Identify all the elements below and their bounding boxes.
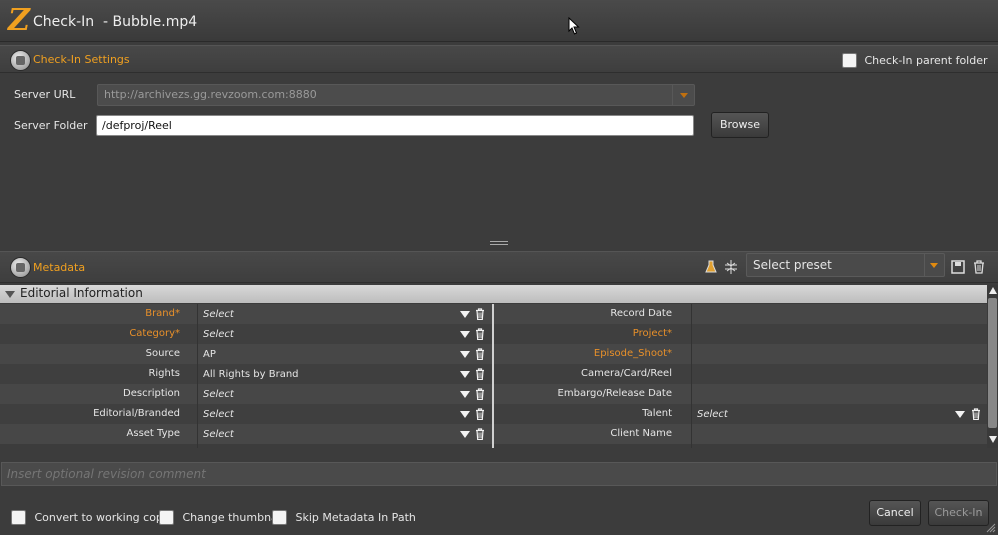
title-bar: Z Check-In - Bubble.mp4 (0, 0, 998, 42)
trash-icon[interactable] (475, 428, 485, 441)
field-label: Record Date (610, 308, 672, 319)
browse-button[interactable]: Browse (711, 112, 769, 138)
dropdown-arrow-icon[interactable] (460, 431, 470, 438)
column-divider (691, 304, 692, 448)
dropdown-arrow-icon[interactable] (460, 331, 470, 338)
parent-folder-label: Check-In parent folder (864, 54, 988, 67)
editorial-information-group[interactable]: Editorial Information (0, 285, 987, 303)
trash-icon[interactable] (475, 408, 485, 421)
field-label: Description (123, 388, 180, 399)
field-label: Category* (129, 328, 180, 339)
trash-icon[interactable] (475, 368, 485, 381)
field-label: Episode_Shoot* (593, 348, 672, 359)
field-label: Brand* (145, 308, 180, 319)
splitter-handle[interactable] (490, 241, 508, 247)
field-label: Editorial/Branded (93, 408, 180, 419)
convert-working-copy-label: Convert to working copy (34, 511, 170, 524)
preset-select[interactable]: Select preset (746, 253, 945, 277)
scroll-up-icon[interactable] (989, 287, 997, 294)
metadata-label: Metadata (33, 261, 86, 274)
field-label: Talent (642, 408, 672, 419)
convert-working-copy-toggle[interactable]: Convert to working copy (11, 510, 169, 525)
scroll-thumb[interactable] (988, 298, 997, 428)
field-value-input[interactable]: Select (697, 409, 728, 420)
chevron-down-icon[interactable] (924, 254, 944, 276)
change-thumbnail-toggle[interactable]: Change thumbnail (159, 510, 284, 525)
field-value-select[interactable]: Select (203, 309, 234, 320)
flask-icon[interactable] (704, 260, 718, 274)
trash-icon[interactable] (475, 388, 485, 401)
dropdown-arrow-icon[interactable] (460, 351, 470, 358)
split-columns-icon[interactable] (724, 260, 738, 274)
checkin-button[interactable]: Check-In (928, 500, 989, 526)
parent-folder-checkbox[interactable] (842, 53, 857, 68)
field-label: Asset Type (126, 428, 180, 439)
server-url-value: http://archivezs.gg.revzoom.com:8880 (104, 88, 317, 101)
column-divider (197, 304, 198, 448)
window-title: Check-In - Bubble.mp4 (33, 14, 198, 30)
trash-icon[interactable] (475, 328, 485, 341)
app-logo-icon: Z (8, 3, 30, 38)
change-thumbnail-checkbox[interactable] (159, 510, 174, 525)
save-icon[interactable] (951, 260, 965, 274)
database-icon (10, 50, 31, 71)
dropdown-arrow-icon[interactable] (460, 391, 470, 398)
field-label: Rights (148, 368, 180, 379)
dropdown-arrow-icon[interactable] (460, 411, 470, 418)
convert-working-copy-checkbox[interactable] (11, 510, 26, 525)
skip-metadata-checkbox[interactable] (272, 510, 287, 525)
preset-label: Select preset (753, 258, 832, 272)
cancel-button[interactable]: Cancel (869, 500, 921, 526)
parent-folder-toggle[interactable]: Check-In parent folder (842, 53, 988, 68)
mouse-cursor-icon (568, 17, 580, 35)
trash-icon[interactable] (971, 408, 981, 421)
database-icon (10, 257, 31, 278)
skip-metadata-toggle[interactable]: Skip Metadata In Path (272, 510, 416, 525)
metadata-header: Metadata Select preset (0, 251, 998, 283)
trash-icon[interactable] (475, 348, 485, 361)
field-label: Client Name (610, 428, 672, 439)
checkin-settings-header: Check-In Settings Check-In parent folder (0, 45, 998, 73)
server-url-combo[interactable]: http://archivezs.gg.revzoom.com:8880 (97, 84, 695, 106)
group-title: Editorial Information (20, 286, 143, 300)
server-folder-input[interactable] (96, 115, 694, 136)
delete-preset-icon[interactable] (972, 260, 986, 274)
column-splitter[interactable] (492, 304, 494, 448)
dropdown-arrow-icon[interactable] (460, 311, 470, 318)
field-label: Source (145, 348, 180, 359)
field-label: Camera/Card/Reel (581, 368, 672, 379)
field-value-select[interactable]: AP (203, 349, 216, 360)
checkin-settings-label: Check-In Settings (33, 53, 130, 66)
dropdown-arrow-icon[interactable] (955, 411, 965, 418)
dropdown-arrow-icon[interactable] (460, 371, 470, 378)
field-value-select[interactable]: Select (203, 389, 234, 400)
trash-icon[interactable] (475, 308, 485, 321)
skip-metadata-label: Skip Metadata In Path (295, 511, 416, 524)
server-url-label: Server URL (14, 88, 76, 101)
field-label: Project* (632, 328, 672, 339)
field-value-select[interactable]: Select (203, 409, 234, 420)
field-value-select[interactable]: Select (203, 329, 234, 340)
change-thumbnail-label: Change thumbnail (182, 511, 284, 524)
scroll-down-icon[interactable] (989, 436, 997, 443)
field-value-select[interactable]: Select (203, 429, 234, 440)
collapse-triangle-icon[interactable] (5, 291, 15, 298)
revision-comment-input[interactable] (1, 462, 997, 486)
resize-grip-icon[interactable] (986, 523, 996, 533)
field-value-select[interactable]: All Rights by Brand (203, 369, 299, 380)
chevron-down-icon[interactable] (672, 85, 694, 105)
metadata-scrollbar[interactable] (987, 285, 998, 448)
server-folder-label: Server Folder (14, 119, 88, 132)
field-label: Embargo/Release Date (557, 388, 672, 399)
